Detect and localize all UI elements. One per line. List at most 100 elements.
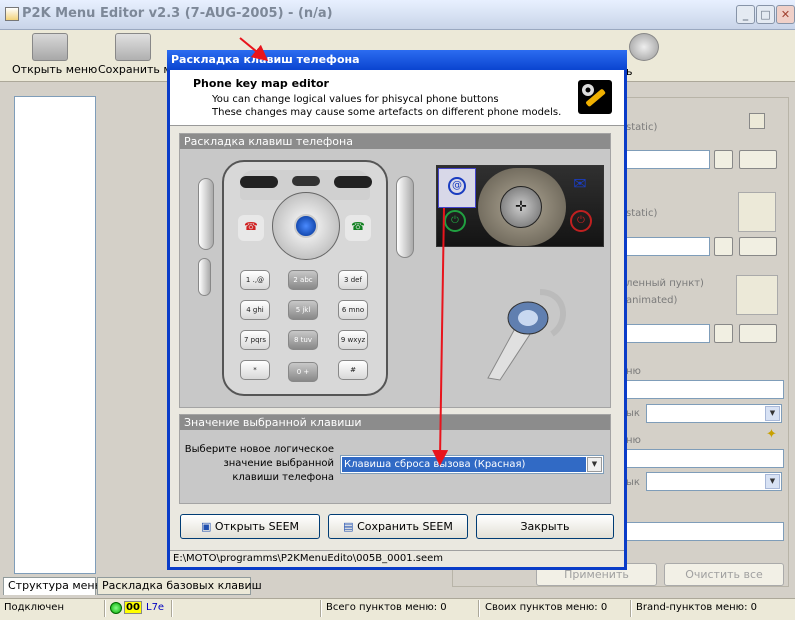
side-key-right[interactable] bbox=[396, 176, 414, 258]
swap-icon[interactable]: ✦ bbox=[762, 427, 781, 446]
close-window-button[interactable]: ✕ bbox=[776, 5, 795, 24]
side-key-left-volume[interactable] bbox=[198, 178, 214, 250]
tab-menu-structure[interactable]: Структура меню bbox=[3, 577, 104, 595]
key-value-header: Значение выбранной клавиши bbox=[180, 415, 610, 430]
close-circle-icon bbox=[629, 33, 659, 61]
headset-image[interactable] bbox=[478, 282, 572, 382]
folder-open-icon bbox=[32, 33, 68, 61]
open-seem-label: Открыть SEEM bbox=[214, 520, 300, 533]
key-value-select[interactable]: Клавиша сброса вызова (Красная) ▼ bbox=[340, 455, 604, 474]
end-call-icon[interactable]: ☎ bbox=[238, 215, 264, 241]
floppy-icon: ▤ bbox=[343, 520, 354, 533]
chevron-down-icon: ▼ bbox=[587, 457, 602, 472]
nav-center-icon[interactable]: ✛ bbox=[500, 186, 542, 228]
center-select-key[interactable] bbox=[294, 214, 318, 238]
status-separator bbox=[478, 600, 480, 617]
transfer-icon[interactable] bbox=[739, 150, 777, 169]
clipboard-icon[interactable] bbox=[714, 150, 733, 169]
transfer-icon[interactable] bbox=[739, 237, 777, 256]
label-selected-item: ленный пункт) bbox=[626, 278, 704, 289]
status-indicator: 00 bbox=[124, 601, 142, 614]
floppy-save-icon bbox=[115, 33, 151, 61]
icon-field-3[interactable] bbox=[622, 324, 710, 343]
dialog-heading: Phone key map editor bbox=[193, 77, 329, 90]
clear-all-button[interactable]: Очистить все bbox=[664, 563, 784, 586]
open-menu-label: Открыть меню bbox=[12, 63, 98, 76]
open-menu-button[interactable]: Открыть меню bbox=[12, 33, 97, 81]
save-menu-button[interactable]: Сохранить ме bbox=[98, 33, 168, 81]
close-dialog-button[interactable]: Закрыть bbox=[476, 514, 614, 539]
tab-base-keys[interactable]: Раскладка базовых клавиш bbox=[97, 577, 262, 595]
transfer-icon[interactable] bbox=[739, 324, 777, 343]
prompt-line-1: Выберите новое логическое bbox=[184, 444, 334, 455]
green-key-icon[interactable]: ⏻ bbox=[444, 210, 466, 232]
clipboard-icon[interactable] bbox=[714, 237, 733, 256]
chevron-down-icon: ▼ bbox=[765, 474, 780, 489]
label-yk-2: ык bbox=[626, 477, 640, 488]
wrench-icon bbox=[578, 80, 612, 114]
keypad-key[interactable]: 6 mno bbox=[338, 300, 368, 320]
connection-led-icon bbox=[110, 602, 122, 614]
icon-preview-2 bbox=[738, 192, 776, 232]
keypad-key[interactable]: 8 tuv bbox=[288, 330, 318, 350]
key-prompt: Выберите новое логическое значение выбра… bbox=[180, 443, 334, 485]
open-seem-button[interactable]: ▣ Открыть SEEM bbox=[180, 514, 320, 539]
keypad-key[interactable]: 9 wxyz bbox=[338, 330, 368, 350]
label-static-2: static) bbox=[626, 208, 658, 219]
text-field-2[interactable] bbox=[622, 449, 784, 468]
icon-preview-3 bbox=[736, 275, 778, 315]
mail-icon[interactable]: ✉ bbox=[568, 174, 592, 196]
combo-1[interactable]: ▼ bbox=[646, 404, 782, 423]
icon-field-2[interactable] bbox=[622, 237, 710, 256]
red-key-icon[interactable]: ⏻ bbox=[570, 210, 592, 232]
keypad-key[interactable]: 7 pqrs bbox=[240, 330, 270, 350]
text-field-3[interactable] bbox=[622, 522, 784, 541]
chevron-down-icon: ▼ bbox=[765, 406, 780, 421]
send-call-icon[interactable]: ☎ bbox=[345, 215, 371, 241]
keypad-key[interactable]: * bbox=[240, 360, 270, 380]
keypad-key[interactable]: 5 jkl bbox=[288, 300, 318, 320]
status-separator bbox=[171, 600, 173, 617]
side-key-left-small[interactable] bbox=[198, 258, 211, 296]
checkbox-1[interactable] bbox=[749, 113, 765, 129]
save-seem-button[interactable]: ▤ Сохранить SEEM bbox=[328, 514, 468, 539]
label-animated: animated) bbox=[626, 295, 678, 306]
combo-2[interactable]: ▼ bbox=[646, 472, 782, 491]
keypad-key[interactable]: 2 abc bbox=[288, 270, 318, 290]
label-static-1: static) bbox=[626, 122, 658, 133]
window-title: P2K Menu Editor v2.3 (7-AUG-2005) - (n/a… bbox=[22, 6, 333, 21]
keypad-key[interactable]: 1 .,@ bbox=[240, 270, 270, 290]
text-field-1[interactable] bbox=[622, 380, 784, 399]
toolbar-button-partial[interactable]: ь bbox=[624, 33, 664, 81]
prompt-line-2: значение выбранной bbox=[223, 458, 334, 469]
seem-file-path: E:\MOTO\programms\P2KMenuEdito\005B_0001… bbox=[170, 550, 624, 567]
minimize-button[interactable]: _ bbox=[736, 5, 755, 24]
folder-icon: ▣ bbox=[200, 520, 212, 533]
status-own-items: Своих пунктов меню: 0 bbox=[485, 602, 608, 613]
keypad-key[interactable]: 4 ghi bbox=[240, 300, 270, 320]
softkey-right[interactable] bbox=[334, 176, 372, 188]
label-nu-2: ню bbox=[626, 435, 641, 446]
save-seem-label: Сохранить SEEM bbox=[357, 520, 453, 533]
softkey-left[interactable] bbox=[240, 176, 278, 188]
browser-key[interactable]: @ bbox=[438, 168, 476, 208]
selected-key-value: Клавиша сброса вызова (Красная) bbox=[342, 457, 586, 472]
status-id: L7e bbox=[146, 602, 165, 613]
label-yk-1: ык bbox=[626, 408, 640, 419]
status-separator bbox=[320, 600, 322, 617]
icon-field-1[interactable] bbox=[622, 150, 710, 169]
menu-key[interactable] bbox=[292, 176, 320, 186]
keypad-key[interactable]: 3 def bbox=[338, 270, 368, 290]
dialog-description-1: You can change logical values for phisyc… bbox=[212, 94, 499, 105]
dialog-title[interactable]: Раскладка клавиш телефона bbox=[167, 50, 627, 70]
keymap-section-header: Раскладка клавиш телефона bbox=[180, 134, 610, 149]
status-brand-items: Brand-пунктов меню: 0 bbox=[636, 602, 758, 613]
status-connection: Подключен bbox=[4, 602, 64, 613]
clipboard-icon[interactable] bbox=[714, 324, 733, 343]
maximize-button[interactable]: □ bbox=[756, 5, 775, 24]
keypad-key[interactable]: # bbox=[338, 360, 368, 380]
keypad-key[interactable]: 0 + bbox=[288, 362, 318, 382]
menu-tree[interactable] bbox=[14, 96, 96, 574]
prompt-line-3: клавиши телефона bbox=[232, 472, 334, 483]
app-icon bbox=[5, 7, 19, 21]
